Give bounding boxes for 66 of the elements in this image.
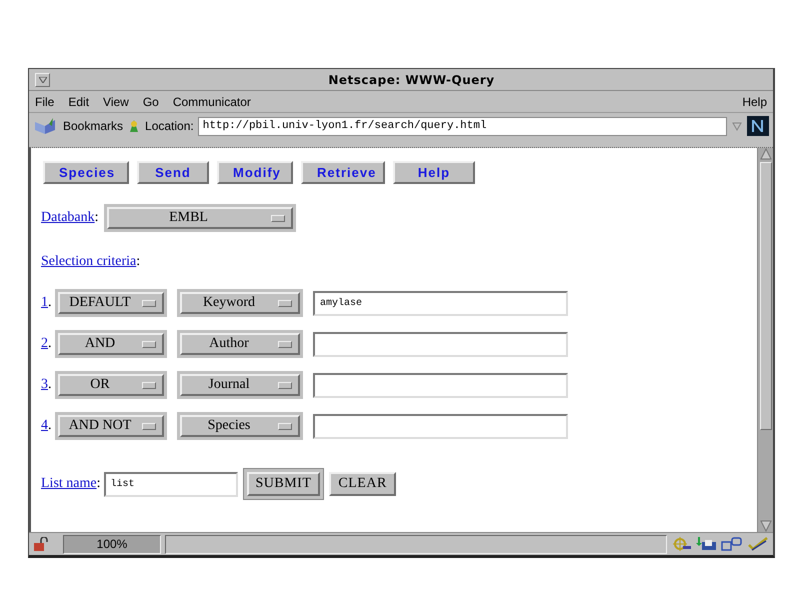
menu-indicator-icon — [142, 422, 156, 430]
operator-select[interactable]: DEFAULT — [58, 292, 164, 314]
menu-item[interactable]: File — [35, 94, 54, 108]
list-name-field[interactable]: list — [104, 472, 238, 496]
list-name-link[interactable]: List name — [41, 476, 97, 491]
field-select[interactable]: Journal — [180, 374, 300, 396]
criterion-number-link[interactable]: 4 — [41, 418, 48, 433]
wheel-icon[interactable] — [671, 537, 691, 551]
caret-icon — [38, 76, 46, 82]
url-field[interactable]: http://pbil.univ-lyon1.fr/search/query.html — [198, 116, 727, 136]
criterion-number-label: 4. — [41, 418, 52, 434]
menu-indicator-icon — [278, 422, 292, 430]
databank-label: Databank: — [41, 210, 99, 226]
window-menu-button[interactable] — [35, 72, 50, 86]
nav-button[interactable]: Retrieve — [301, 161, 385, 184]
field-select[interactable]: Keyword — [180, 292, 300, 314]
pen-icon[interactable] — [747, 537, 769, 551]
selection-criteria-link[interactable]: Selection criteria — [41, 254, 136, 269]
operator-select[interactable]: AND — [58, 333, 164, 355]
nav-button[interactable]: Send — [137, 161, 209, 184]
menu-item[interactable]: Communicator — [172, 94, 251, 108]
progress-text: 100% — [96, 536, 128, 552]
chat-icon[interactable] — [721, 537, 743, 551]
databank-link[interactable]: Databank — [41, 210, 95, 225]
menu-indicator-icon — [278, 382, 292, 388]
menu-indicator-icon — [278, 340, 292, 348]
criterion-number-label: 2. — [41, 336, 52, 352]
operator-select[interactable]: OR — [58, 374, 164, 396]
padlock-icon[interactable] — [33, 537, 49, 551]
menu-indicator-icon — [142, 340, 156, 348]
search-term-field[interactable] — [313, 372, 568, 398]
nav-button[interactable]: Modify — [217, 161, 293, 184]
menu-indicator-icon — [142, 382, 156, 388]
location-label: Location: — [145, 119, 194, 133]
window-title: Netscape: WWW-Query — [327, 72, 496, 86]
operator-select[interactable]: AND NOT — [58, 415, 164, 437]
selection-criteria-label: Selection criteria: — [41, 254, 140, 270]
criterion-number-label: 1. — [41, 295, 52, 311]
scrollbar[interactable] — [757, 148, 773, 532]
form-button[interactable]: SUBMIT — [246, 472, 320, 496]
form-button[interactable]: CLEAR — [329, 472, 396, 496]
search-term-field[interactable] — [313, 414, 568, 438]
search-term-field[interactable]: amylase — [313, 290, 568, 316]
menu-item[interactable]: View — [103, 94, 129, 108]
menu-indicator-icon — [270, 214, 285, 222]
netscape-logo-icon — [747, 116, 769, 136]
nav-button[interactable]: Help — [393, 161, 475, 184]
bookmarks-button[interactable]: Bookmarks — [63, 119, 124, 133]
criterion-number-link[interactable]: 1 — [41, 295, 48, 310]
scroll-down-icon[interactable] — [760, 520, 772, 532]
search-term-field[interactable] — [313, 332, 568, 356]
criterion-number-link[interactable]: 3 — [41, 377, 48, 392]
menu-item[interactable]: Help — [742, 94, 767, 108]
nav-button[interactable]: Species — [43, 161, 129, 184]
criterion-number-label: 3. — [41, 377, 52, 393]
inbox-icon[interactable] — [695, 537, 717, 551]
menu-indicator-icon — [278, 300, 292, 306]
criterion-number-link[interactable]: 2 — [41, 336, 48, 351]
scroll-up-icon[interactable] — [760, 148, 772, 160]
menu-item[interactable]: Go — [142, 94, 159, 108]
menu-indicator-icon — [142, 300, 156, 306]
menu-item[interactable]: Edit — [68, 94, 90, 108]
databank-select[interactable]: EMBL — [106, 207, 293, 229]
field-select[interactable]: Author — [180, 333, 300, 355]
list-name-label: List name: — [41, 476, 100, 492]
field-select[interactable]: Species — [180, 415, 300, 437]
